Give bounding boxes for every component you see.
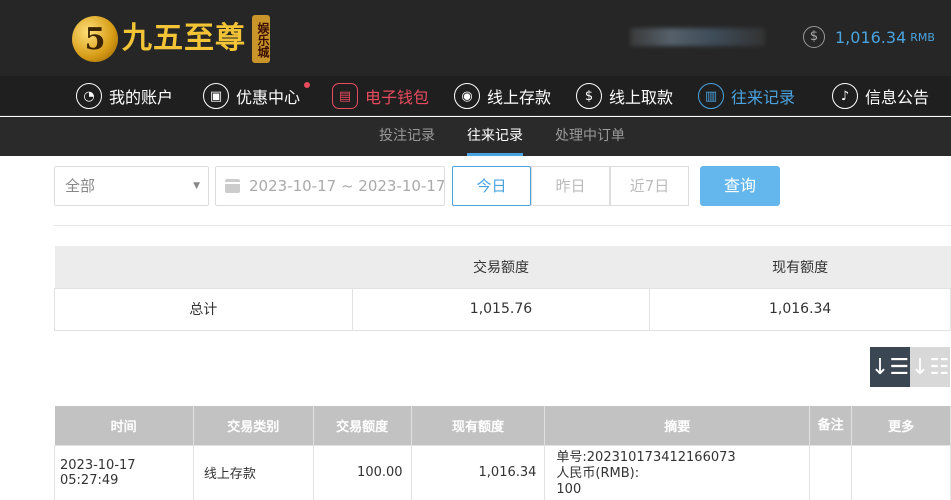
- username-blurred: [630, 28, 765, 46]
- gift-icon: ▣: [203, 83, 229, 109]
- col-summary: 摘要: [544, 406, 811, 445]
- summary-header-cell: 现有额度: [649, 246, 951, 288]
- cell-balance: 1,016.34: [410, 444, 546, 500]
- logo-mark: 5: [72, 16, 118, 62]
- main-nav: ◔ 我的账户 ▣ 优惠中心 ▤ 电子钱包 ◉ 线上存款 $ 线上取款 ▥ 往来记…: [0, 76, 951, 116]
- calendar-icon: [225, 179, 240, 193]
- user-icon: ◔: [76, 83, 102, 109]
- logo-badge: 娱乐城: [252, 15, 270, 63]
- range-today-button[interactable]: 今日: [452, 166, 531, 206]
- summary-header-cell: [54, 246, 353, 288]
- nav-announcements[interactable]: ♪ 信息公告: [832, 82, 929, 110]
- wallet-icon: ▤: [332, 83, 358, 109]
- date-range-value: 2023-10-17 ~ 2023-10-17: [249, 177, 445, 195]
- nav-label: 信息公告: [865, 88, 930, 107]
- cell-time: 2023-10-17 05:27:49: [54, 444, 194, 500]
- range-7days-button[interactable]: 近7日: [610, 166, 689, 206]
- tab-bet-records[interactable]: 投注记录: [379, 117, 435, 156]
- deposit-icon: ◉: [454, 83, 480, 109]
- divider: [54, 225, 951, 226]
- balance-display: $ 1,016.34 RMB: [803, 26, 935, 48]
- nav-online-deposit[interactable]: ◉ 线上存款: [454, 82, 551, 110]
- table-row: 2023-10-17 05:27:49 线上存款 100.00 1,016.34…: [54, 444, 951, 500]
- top-header: 5 九五至尊 娱乐城 $ 1,016.34 RMB: [0, 0, 951, 76]
- select-value: 全部: [65, 177, 96, 195]
- cell-type: 线上存款: [192, 444, 314, 500]
- col-type: 交易类别: [193, 406, 314, 445]
- tab-transaction-records[interactable]: 往来记录: [467, 117, 523, 156]
- sub-nav: 投注记录 往来记录 处理中订单: [0, 117, 951, 156]
- records-header-row: 时间 交易类别 交易额度 现有额度 摘要 备注 更多: [54, 406, 951, 445]
- summary-table: 交易额度 现有额度 总计 1,015.76 1,016.34: [54, 246, 951, 331]
- summary-label: 总计: [54, 287, 353, 331]
- cell-note: [809, 444, 853, 500]
- summary-current-balance: 1,016.34: [649, 287, 951, 331]
- cell-amount: 100.00: [312, 444, 412, 500]
- site-logo[interactable]: 5 九五至尊 娱乐城: [72, 12, 270, 66]
- date-range-input[interactable]: 2023-10-17 ~ 2023-10-17: [215, 166, 445, 206]
- records-icon: ▥: [698, 83, 724, 109]
- col-time: 时间: [54, 406, 194, 445]
- nav-online-withdraw[interactable]: $ 线上取款: [576, 82, 673, 110]
- summary-total-row: 总计 1,015.76 1,016.34: [54, 287, 951, 331]
- coin-icon: $: [803, 26, 825, 48]
- notification-dot: [304, 82, 311, 88]
- summary-value: 100: [556, 481, 582, 497]
- summary-header-row: 交易额度 现有额度: [54, 246, 951, 288]
- balance-currency: RMB: [910, 30, 935, 44]
- nav-promotions[interactable]: ▣ 优惠中心: [203, 82, 311, 110]
- summary-header-cell: 交易额度: [352, 246, 650, 288]
- withdraw-icon: $: [576, 83, 602, 109]
- range-yesterday-button[interactable]: 昨日: [531, 166, 610, 206]
- bell-icon: ♪: [832, 83, 858, 109]
- query-button[interactable]: 查询: [700, 166, 780, 206]
- col-amount: 交易额度: [313, 406, 412, 445]
- nav-label: 线上存款: [487, 88, 552, 107]
- transaction-type-select[interactable]: 全部 ▼: [54, 166, 209, 206]
- nav-label: 我的账户: [109, 88, 174, 107]
- nav-label: 往来记录: [731, 88, 796, 107]
- col-balance: 现有额度: [411, 406, 546, 445]
- sort-asc-icon[interactable]: ↓☷: [910, 347, 950, 387]
- records-table: 时间 交易类别 交易额度 现有额度 摘要 备注 更多 2023-10-17 05…: [54, 406, 951, 500]
- caret-down-icon: ▼: [193, 181, 200, 191]
- summary-order-no: 单号:202310173412166073: [556, 449, 736, 465]
- sort-desc-icon[interactable]: ↓☰: [870, 347, 910, 387]
- nav-records[interactable]: ▥ 往来记录: [698, 82, 795, 110]
- tab-pending-orders[interactable]: 处理中订单: [555, 117, 625, 156]
- summary-transaction-total: 1,015.76: [351, 287, 651, 331]
- nav-e-wallet[interactable]: ▤ 电子钱包: [332, 82, 429, 110]
- summary-currency: 人民币(RMB):: [556, 465, 640, 481]
- col-more: 更多: [851, 406, 951, 445]
- nav-label: 线上取款: [609, 88, 674, 107]
- nav-label: 优惠中心: [236, 88, 301, 107]
- cell-more[interactable]: [851, 444, 951, 500]
- balance-amount: 1,016.34: [835, 27, 907, 47]
- nav-label: 电子钱包: [365, 88, 430, 107]
- logo-text: 九五至尊: [122, 21, 246, 56]
- nav-my-account[interactable]: ◔ 我的账户: [76, 82, 173, 110]
- cell-summary: 单号:202310173412166073 人民币(RMB): 100: [544, 444, 811, 500]
- col-note: 备注: [809, 406, 853, 445]
